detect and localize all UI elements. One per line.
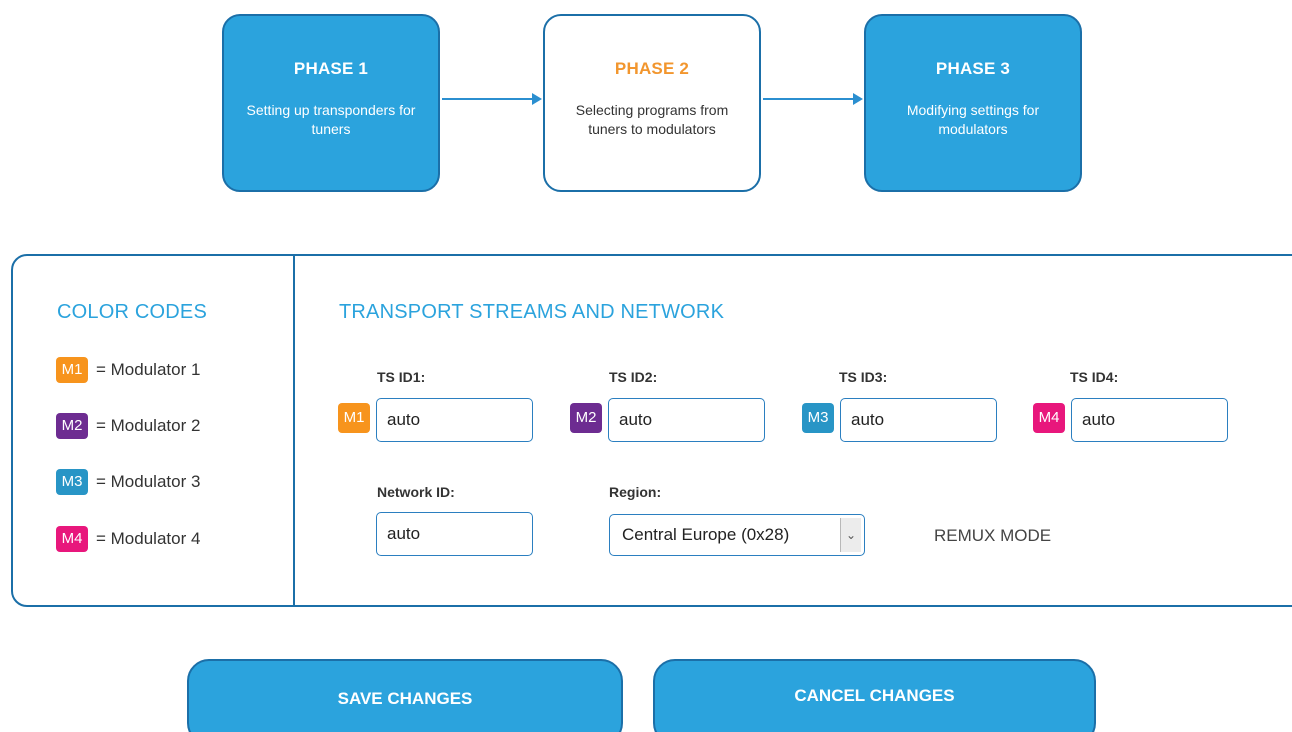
legend-label: = Modulator 3 — [96, 472, 201, 491]
panel-divider — [293, 256, 295, 607]
region-select[interactable]: Central Europe (0x28) ⌄ — [609, 514, 865, 556]
cancel-changes-label: CANCEL CHANGES — [794, 686, 955, 705]
ts-id3-label: TS ID3: — [839, 369, 888, 385]
ts-id2-label: TS ID2: — [609, 369, 658, 385]
color-codes-title: COLOR CODES — [57, 301, 208, 323]
m1-badge: M1 — [338, 403, 370, 433]
cancel-changes-button[interactable]: CANCEL CHANGES — [653, 659, 1096, 732]
m3-badge: M3 — [802, 403, 834, 433]
ts-id2-input[interactable] — [608, 398, 765, 442]
ts-id3-input[interactable] — [840, 398, 997, 442]
settings-panel: COLOR CODES M1 = Modulator 1 M2 = Modula… — [11, 254, 1292, 607]
legend-item-m2: M2 = Modulator 2 — [56, 413, 200, 439]
m4-badge: M4 — [56, 526, 88, 552]
legend-label: = Modulator 2 — [96, 416, 201, 435]
m3-badge: M3 — [56, 469, 88, 495]
phase-1-description: Setting up transponders for tuners — [246, 102, 416, 137]
network-id-input[interactable] — [376, 512, 533, 556]
ts-id1-label: TS ID1: — [377, 369, 426, 385]
legend-item-m4: M4 = Modulator 4 — [56, 526, 200, 552]
phase-2-box[interactable]: PHASE 2 Selecting programs from tuners t… — [543, 14, 761, 192]
legend-item-m1: M1 = Modulator 1 — [56, 357, 200, 383]
phase-3-box[interactable]: PHASE 3 Modifying settings for modulator… — [864, 14, 1082, 192]
remux-mode-label: REMUX MODE — [934, 526, 1052, 545]
m2-badge: M2 — [570, 403, 602, 433]
phase-2-title: PHASE 2 — [614, 59, 690, 78]
transport-streams-title: TRANSPORT STREAMS AND NETWORK — [339, 301, 725, 323]
region-selected-value: Central Europe (0x28) — [622, 525, 790, 544]
page: PHASE 1 Setting up transponders for tune… — [0, 0, 1292, 732]
arrow-right-icon — [442, 93, 542, 105]
legend-label: = Modulator 1 — [96, 360, 201, 379]
chevron-down-icon[interactable]: ⌄ — [840, 518, 861, 552]
phase-3-title: PHASE 3 — [935, 59, 1011, 78]
save-changes-button[interactable]: SAVE CHANGES — [187, 659, 623, 732]
ts-id1-input[interactable] — [376, 398, 533, 442]
save-changes-label: SAVE CHANGES — [337, 689, 473, 708]
region-label: Region: — [609, 484, 662, 500]
ts-id4-label: TS ID4: — [1070, 369, 1119, 385]
legend-label: = Modulator 4 — [96, 529, 201, 548]
m4-badge: M4 — [1033, 403, 1065, 433]
ts-id4-input[interactable] — [1071, 398, 1228, 442]
legend-item-m3: M3 = Modulator 3 — [56, 469, 200, 495]
phase-1-title: PHASE 1 — [293, 59, 369, 78]
arrow-right-icon — [763, 93, 863, 105]
phase-1-box[interactable]: PHASE 1 Setting up transponders for tune… — [222, 14, 440, 192]
network-id-label: Network ID: — [377, 484, 455, 500]
m2-badge: M2 — [56, 413, 88, 439]
phase-3-description: Modifying settings for modulators — [906, 102, 1040, 137]
m1-badge: M1 — [56, 357, 88, 383]
phase-2-description: Selecting programs from tuners to modula… — [575, 102, 729, 137]
